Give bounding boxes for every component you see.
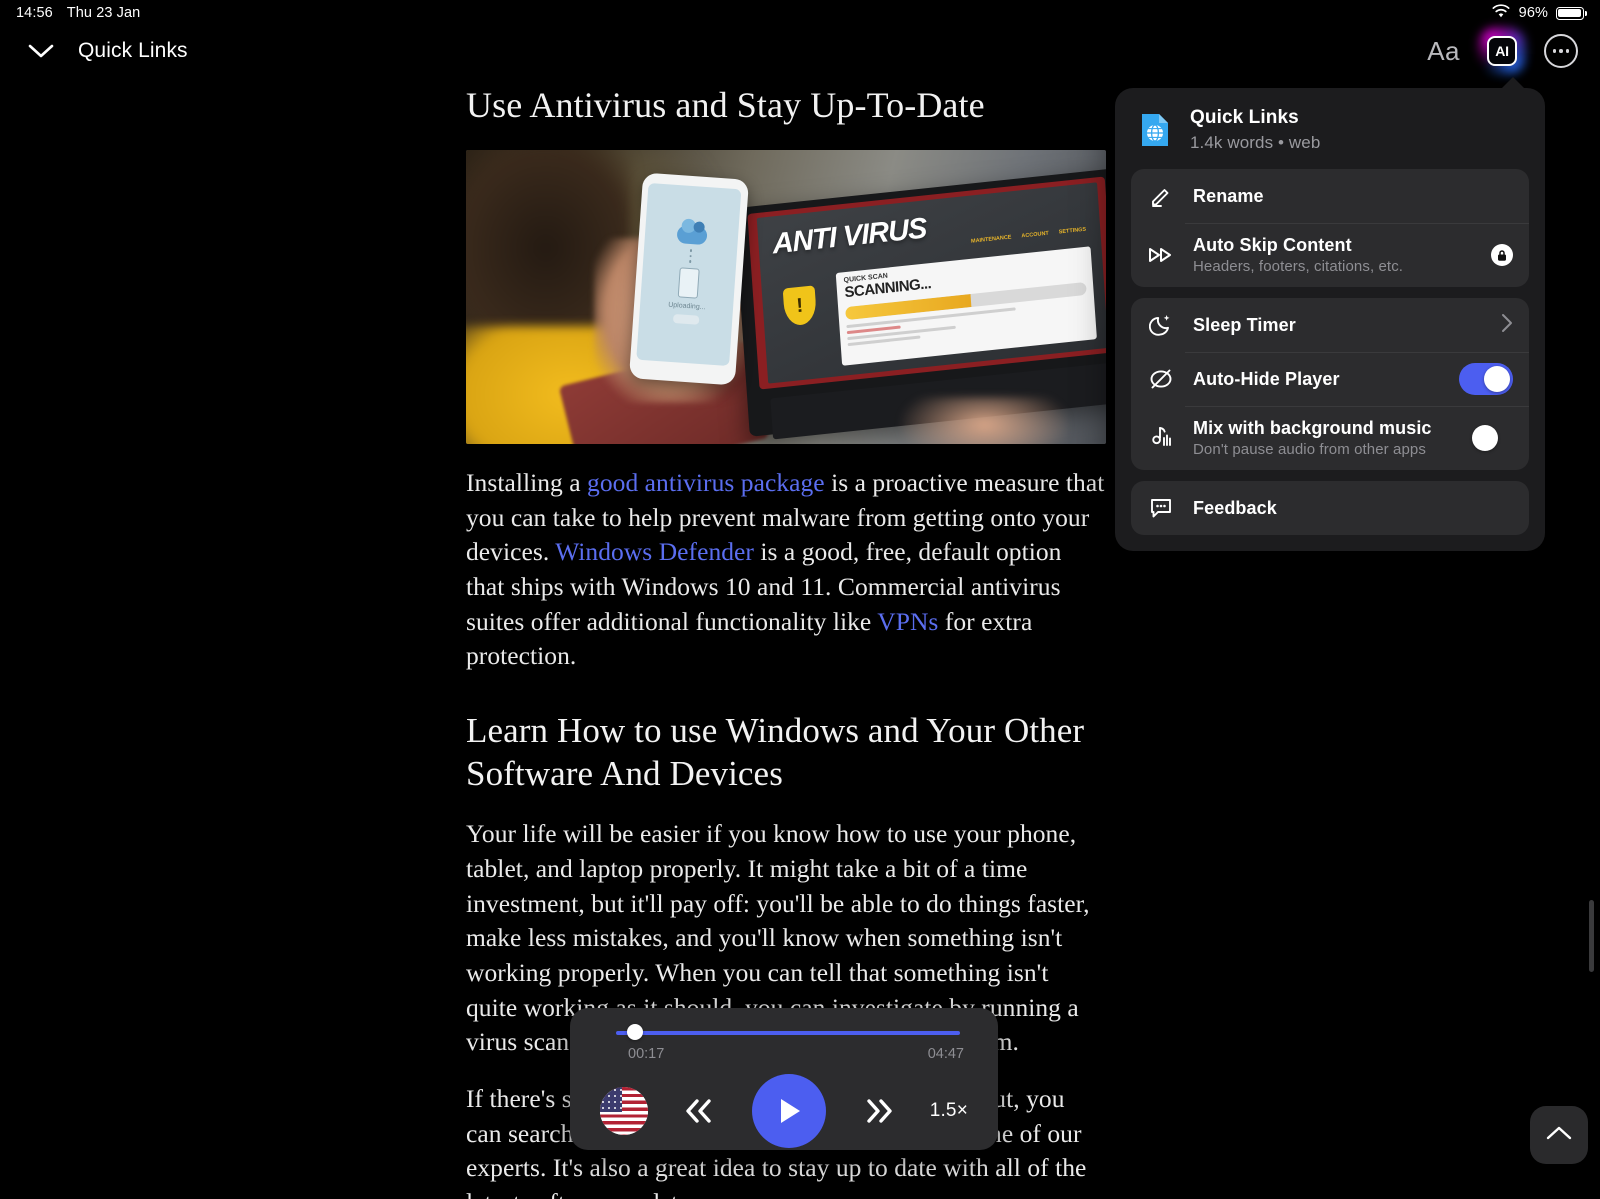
more-dot — [1552, 49, 1557, 53]
article-heading-2: Learn How to use Windows and Your Other … — [466, 710, 1085, 793]
document-header: Quick Links 1.4k words • web — [1131, 102, 1529, 169]
ai-assistant-button[interactable]: AI — [1479, 28, 1525, 74]
hero-app-menu: MAINTENANCE ACCOUNT SETTINGS — [971, 227, 1087, 245]
wifi-icon — [1491, 3, 1511, 23]
menu-item-mix-background-music[interactable]: Mix with background music Don't pause au… — [1131, 406, 1529, 470]
auto-hide-player-toggle[interactable] — [1459, 363, 1513, 395]
player-controls: 1.5× — [594, 1074, 974, 1148]
menu-group-3: Feedback — [1131, 481, 1529, 535]
menu-item-label: Mix with background music — [1193, 418, 1432, 438]
cloud-upload-icon — [675, 225, 708, 246]
menu-item-label: Auto Skip Content — [1193, 235, 1352, 255]
document-globe-icon — [1136, 111, 1174, 149]
fast-forward-icon — [1147, 245, 1175, 265]
menu-item-auto-hide-player[interactable]: Auto-Hide Player — [1131, 352, 1529, 406]
paragraph-text: Installing a — [466, 467, 588, 497]
seek-handle[interactable] — [627, 1024, 644, 1040]
link-windows-defender[interactable]: Windows Defender — [555, 537, 754, 566]
chevron-right-icon — [1501, 313, 1513, 338]
status-bar-right: 96% — [1491, 3, 1587, 23]
seek-bar[interactable] — [616, 1024, 960, 1040]
battery-icon — [1556, 6, 1587, 20]
ai-button-label: AI — [1495, 43, 1509, 59]
play-button[interactable] — [751, 1074, 826, 1148]
scrollbar-thumb[interactable] — [1589, 900, 1594, 972]
font-size-button[interactable]: Aa — [1427, 38, 1460, 64]
chevron-down-icon[interactable] — [24, 34, 58, 68]
menu-group-1: Rename Auto Skip Content Headers, footer… — [1131, 169, 1529, 287]
feedback-bubble-icon — [1147, 495, 1175, 521]
hero-menu-item: ACCOUNT — [1021, 230, 1050, 240]
article-heading-1: Use Antivirus and Stay Up-To-Date — [466, 85, 985, 125]
menu-item-label: Sleep Timer — [1193, 314, 1296, 335]
time-labels: 00:17 04:47 — [628, 1046, 964, 1062]
document-title: Quick Links — [1190, 107, 1299, 128]
audio-player: 00:17 04:47 1.5× — [570, 1008, 998, 1150]
seek-track — [616, 1030, 960, 1035]
total-duration: 04:47 — [927, 1046, 964, 1062]
more-options-button[interactable] — [1544, 34, 1578, 68]
playback-speed-button[interactable]: 1.5× — [930, 1100, 968, 1122]
menu-item-label: Rename — [1193, 185, 1264, 206]
link-vpns[interactable]: VPNs — [877, 607, 938, 636]
pencil-icon — [1147, 184, 1175, 208]
elapsed-time: 00:17 — [628, 1046, 665, 1062]
page-title: Quick Links — [78, 39, 188, 62]
menu-item-sleep-timer[interactable]: Sleep Timer — [1131, 298, 1529, 352]
ios-status-bar: 14:56 Thu 23 Jan 96% — [0, 0, 1600, 26]
menu-item-rename[interactable]: Rename — [1131, 169, 1529, 223]
article-hero-image: ANTI VIRUS ! MAINTENANCE ACCOUNT SETTING… — [466, 149, 1106, 444]
hero-menu-item: MAINTENANCE — [971, 234, 1012, 246]
hero-antivirus-label: ANTI VIRUS — [771, 212, 928, 261]
reader-app-window: 14:56 Thu 23 Jan 96% Quick Links Aa AI U… — [0, 0, 1600, 1199]
article-paragraph-1: Installing a good antivirus package is a… — [466, 466, 1106, 674]
status-date: Thu 23 Jan — [66, 5, 141, 21]
reader-toolbar: Quick Links Aa AI — [0, 26, 1600, 76]
forward-button[interactable] — [858, 1095, 898, 1127]
scroll-to-top-button[interactable] — [1530, 1106, 1588, 1164]
menu-item-label: Feedback — [1193, 497, 1277, 518]
status-time: 14:56 — [16, 5, 53, 21]
popover-tail — [1501, 77, 1525, 89]
battery-percent-label: 96% — [1518, 5, 1548, 21]
hero-menu-item: SETTINGS — [1058, 227, 1087, 236]
menu-item-feedback[interactable]: Feedback — [1131, 481, 1529, 535]
eye-slash-icon — [1147, 366, 1175, 392]
rewind-button[interactable] — [680, 1095, 720, 1127]
chevron-up-icon — [1546, 1125, 1572, 1146]
moon-sleep-icon — [1147, 313, 1175, 337]
us-flag-icon[interactable] — [600, 1087, 648, 1135]
lock-icon — [1491, 244, 1513, 266]
menu-item-auto-skip-content[interactable]: Auto Skip Content Headers, footers, cita… — [1131, 223, 1529, 287]
menu-group-2: Sleep Timer Auto-Hide Player Mix with ba… — [1131, 298, 1529, 470]
shield-icon: ! — [782, 285, 818, 327]
menu-item-sublabel: Don't pause audio from other apps — [1193, 441, 1426, 458]
menu-item-sublabel: Headers, footers, citations, etc. — [1193, 258, 1404, 275]
music-note-icon — [1147, 425, 1175, 451]
menu-item-label: Auto-Hide Player — [1193, 368, 1340, 389]
hero-phone-caption: Uploading... — [667, 301, 706, 312]
link-good-antivirus-package[interactable]: good antivirus package — [587, 468, 825, 497]
options-popover: Quick Links 1.4k words • web Rename Auto… — [1115, 77, 1545, 551]
more-dot — [1565, 49, 1570, 53]
status-bar-left: 14:56 Thu 23 Jan — [16, 5, 140, 21]
hero-scan-card: QUICK SCAN SCANNING... — [836, 246, 1098, 367]
hero-phone: Uploading... — [628, 172, 749, 386]
toolbar-actions: Aa AI — [1427, 28, 1578, 74]
more-dot — [1559, 49, 1563, 53]
mix-background-music-toggle[interactable] — [1459, 422, 1513, 454]
document-meta: 1.4k words • web — [1190, 133, 1321, 152]
